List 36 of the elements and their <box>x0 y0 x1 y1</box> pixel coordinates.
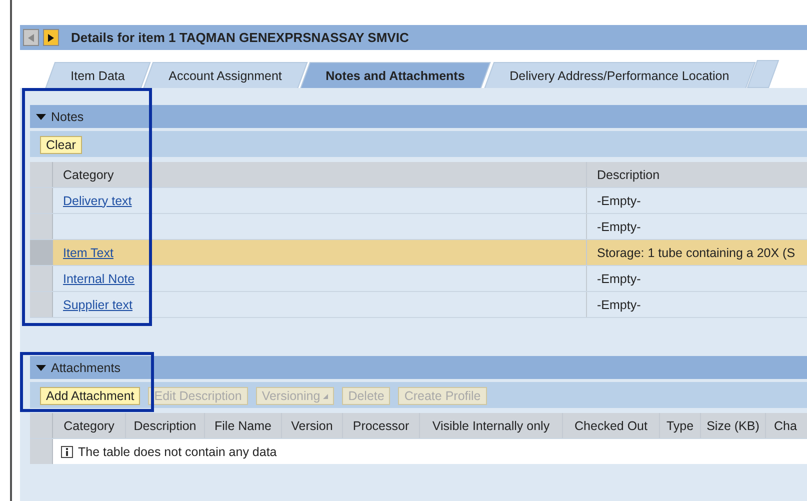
section-title: Attachments <box>51 360 120 374</box>
empty-message: The table does not contain any data <box>78 444 277 458</box>
column-header: Description <box>596 166 661 184</box>
table-row[interactable]: Delivery text -Empty- <box>30 188 807 214</box>
column-header: Checked Out <box>563 413 660 438</box>
toolbar-button[interactable]: Clear <box>40 136 82 154</box>
table-row[interactable]: Supplier text -Empty- <box>30 292 807 318</box>
column-header: File Name <box>205 413 282 438</box>
column-header: Processor <box>343 413 420 438</box>
category-link[interactable]: Internal Note <box>63 272 135 286</box>
table-cell: Storage: 1 tube containing a 20X (S <box>597 246 796 260</box>
column-header: Size (KB) <box>701 413 766 438</box>
section-title: Notes <box>51 110 84 124</box>
column-header: Category <box>53 162 587 187</box>
category-link[interactable]: Item Text <box>63 246 114 260</box>
table-cell: -Empty- <box>597 194 641 208</box>
column-header: Category <box>53 413 126 438</box>
tab[interactable]: Notes and Attachments <box>300 62 492 88</box>
column-header: Type <box>660 413 701 438</box>
table-row[interactable]: Item Text Storage: 1 tube containing a 20X (S <box>30 240 807 266</box>
column-header: Version <box>282 413 343 438</box>
tab[interactable]: Account Assignment <box>143 62 308 88</box>
column-header: Cha <box>773 418 798 434</box>
window-title: Details for item 1 TAQMAN GENEXPRSNASSAY SMVIC <box>71 30 409 45</box>
table-cell: -Empty- <box>597 298 641 312</box>
category-link[interactable]: Delivery text <box>63 194 132 208</box>
table-cell: -Empty- <box>597 272 641 286</box>
toolbar-button[interactable]: Add Attachment <box>40 387 140 405</box>
tab[interactable]: Delivery Address/Performance Location <box>484 62 755 88</box>
column-header: Description <box>126 413 205 438</box>
table-row[interactable]: Internal Note -Empty- <box>30 266 807 292</box>
tab[interactable]: Item Data <box>45 62 151 88</box>
column-header: Visible Internally only <box>420 413 563 438</box>
table-row[interactable]: -Empty- <box>30 214 807 240</box>
category-link[interactable]: Supplier text <box>63 298 132 312</box>
table-cell: -Empty- <box>597 220 641 234</box>
